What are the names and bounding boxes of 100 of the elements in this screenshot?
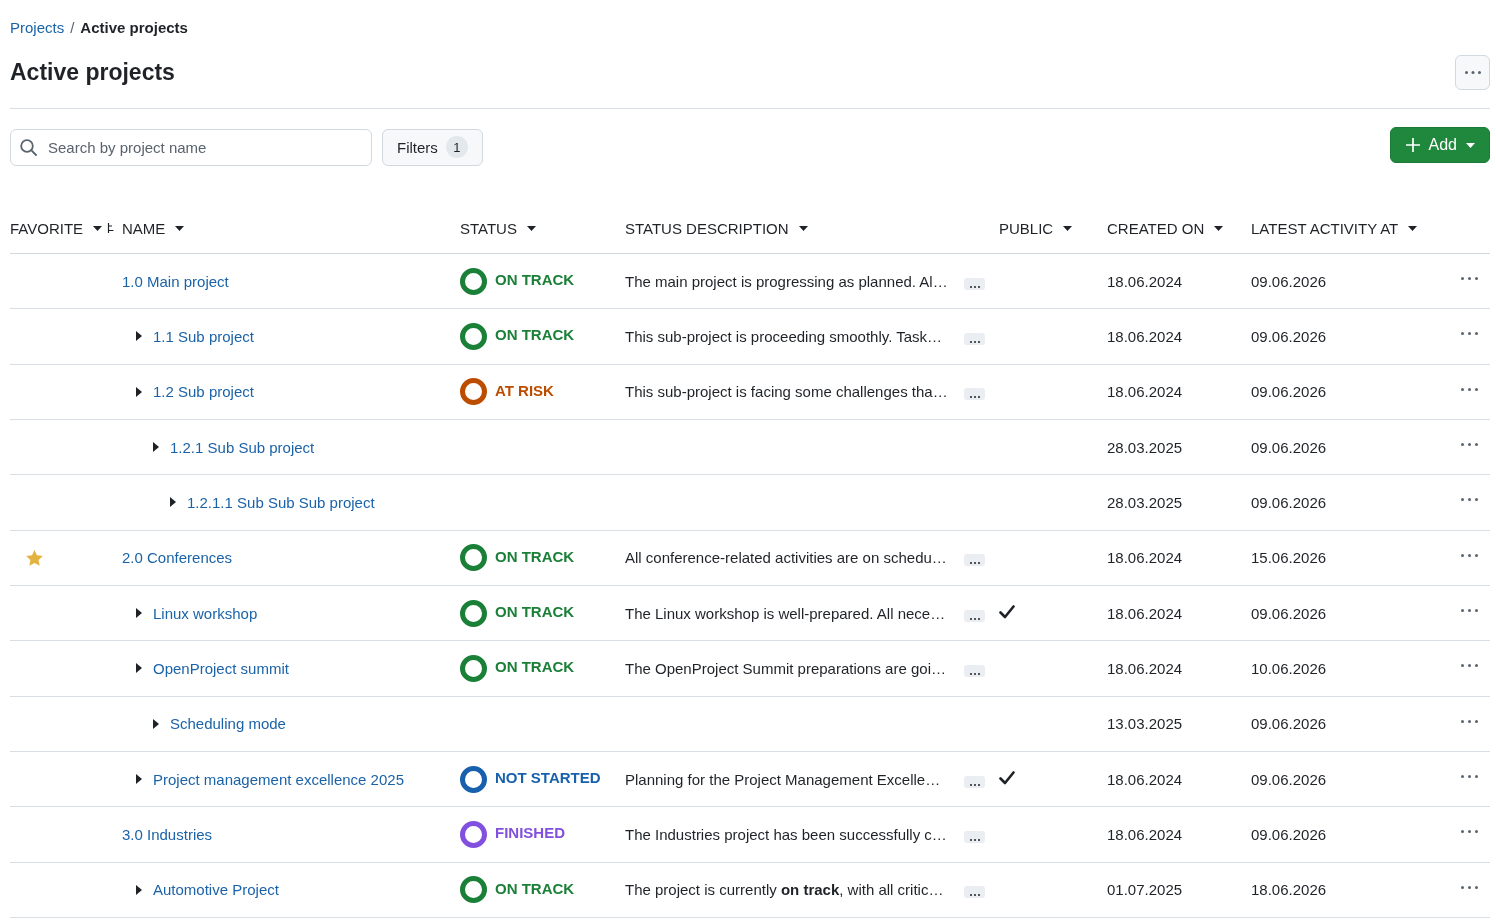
project-name-link[interactable]: OpenProject summit bbox=[153, 659, 289, 677]
add-button[interactable]: Add bbox=[1389, 127, 1490, 163]
column-header[interactable]: STATUS bbox=[460, 219, 536, 237]
caret-right-icon bbox=[136, 663, 142, 674]
created-date: 18.06.2024 bbox=[1107, 272, 1183, 290]
project-name-link[interactable]: 1.1 Sub project bbox=[153, 328, 254, 345]
latest-activity-date: 09.06.2026 bbox=[1251, 272, 1327, 290]
project-name-link[interactable]: Linux workshop bbox=[153, 604, 258, 622]
latest-activity-date: 09.06.2026 bbox=[1251, 604, 1327, 622]
project-name-link[interactable]: 2.0 Conferences bbox=[122, 549, 233, 567]
caret-down-icon bbox=[1214, 225, 1224, 231]
created-date: 18.06.2024 bbox=[1107, 328, 1183, 345]
ellipsis-icon bbox=[969, 396, 980, 399]
caret-down-icon bbox=[1063, 225, 1073, 231]
created-date: 13.03.2025 bbox=[1107, 715, 1183, 733]
ellipsis-icon bbox=[1461, 498, 1478, 502]
column-header[interactable]: NAME bbox=[122, 219, 185, 237]
search-icon bbox=[20, 138, 37, 156]
project-name-link[interactable]: 3.0 Industries bbox=[122, 825, 213, 843]
project-name-link[interactable]: Scheduling mode bbox=[170, 715, 286, 733]
ellipsis-icon bbox=[969, 672, 980, 675]
caret-right-icon bbox=[170, 497, 176, 508]
expand-description-button[interactable] bbox=[964, 609, 985, 622]
expand-description-button[interactable] bbox=[964, 830, 985, 843]
column-header[interactable]: STATUS DESCRIPTION bbox=[625, 219, 808, 237]
status-description: All conference-related activities are on schedu… bbox=[625, 549, 947, 567]
created-date: 28.03.2025 bbox=[1107, 493, 1183, 511]
created-date: 18.06.2024 bbox=[1107, 604, 1183, 622]
ellipsis-icon bbox=[1461, 885, 1478, 889]
created-date: 01.07.2025 bbox=[1107, 881, 1183, 899]
status-label: ON TRACK bbox=[495, 658, 575, 676]
created-date: 28.03.2025 bbox=[1107, 438, 1183, 456]
column-header[interactable]: PUBLIC bbox=[999, 219, 1073, 237]
caret-down-icon bbox=[526, 225, 536, 231]
created-date: 18.06.2024 bbox=[1107, 659, 1183, 677]
caret-down-icon bbox=[93, 225, 103, 231]
caret-right-icon bbox=[136, 331, 142, 342]
status-label: ON TRACK bbox=[495, 271, 575, 289]
breadcrumb-link[interactable]: Projects bbox=[10, 18, 65, 36]
status-description: The main project is progressing as planned. Al… bbox=[625, 272, 948, 290]
project-name-link[interactable]: 1.2.1.1 Sub Sub Sub project bbox=[187, 493, 375, 511]
expand-description-button[interactable] bbox=[964, 388, 985, 401]
latest-activity-date: 09.06.2026 bbox=[1251, 383, 1327, 401]
status-description: The project is currently on track, with all critic… bbox=[625, 881, 944, 899]
filter-count: 1 bbox=[445, 136, 468, 158]
created-date: 18.06.2024 bbox=[1107, 770, 1183, 788]
expand-description-button[interactable] bbox=[964, 277, 985, 290]
ellipsis-icon bbox=[1461, 719, 1478, 723]
column-header[interactable]: FAVORITE bbox=[10, 219, 103, 237]
latest-activity-date: 10.06.2026 bbox=[1251, 659, 1327, 677]
status-label: ON TRACK bbox=[495, 879, 575, 897]
hierarchy-icon[interactable] bbox=[106, 222, 115, 234]
status-label: AT RISK bbox=[495, 381, 554, 399]
column-header[interactable]: LATEST ACTIVITY AT bbox=[1251, 219, 1418, 237]
created-date: 18.06.2024 bbox=[1107, 383, 1183, 401]
ellipsis-icon bbox=[1464, 70, 1481, 74]
expand-description-button[interactable] bbox=[964, 664, 985, 677]
latest-activity-date: 09.06.2026 bbox=[1251, 715, 1327, 733]
project-name-link[interactable]: 1.2.1 Sub Sub project bbox=[170, 438, 315, 456]
expand-description-button[interactable] bbox=[964, 333, 985, 345]
ellipsis-icon bbox=[1461, 664, 1478, 668]
status-description: The OpenProject Summit preparations are goi… bbox=[625, 659, 946, 677]
ellipsis-icon bbox=[1461, 387, 1478, 391]
latest-activity-date: 09.06.2026 bbox=[1251, 825, 1327, 843]
status-label: FINISHED bbox=[495, 824, 565, 842]
project-name-link[interactable]: 1.2 Sub project bbox=[153, 383, 254, 401]
breadcrumb-current: Active projects bbox=[80, 18, 188, 36]
caret-right-icon bbox=[153, 718, 159, 729]
caret-right-icon bbox=[136, 884, 142, 895]
expand-description-button[interactable] bbox=[964, 775, 985, 788]
status-description: The Industries project has been successfully c… bbox=[625, 825, 947, 843]
latest-activity-date: 09.06.2026 bbox=[1251, 328, 1327, 345]
caret-right-icon bbox=[153, 442, 159, 453]
page-title: Active projects bbox=[10, 58, 175, 86]
created-date: 18.06.2024 bbox=[1107, 549, 1183, 567]
project-name-link[interactable]: Automotive Project bbox=[153, 881, 279, 899]
caret-right-icon bbox=[136, 608, 142, 619]
caret-right-icon bbox=[136, 386, 142, 397]
ellipsis-icon bbox=[1461, 830, 1478, 834]
ellipsis-icon bbox=[969, 838, 980, 841]
star-icon[interactable] bbox=[26, 549, 43, 566]
created-date: 18.06.2024 bbox=[1107, 825, 1183, 843]
caret-down-icon bbox=[1466, 142, 1475, 148]
caret-down-icon bbox=[175, 225, 185, 231]
project-name-link[interactable]: 1.0 Main project bbox=[122, 272, 229, 290]
status-description: Planning for the Project Management Excelle… bbox=[625, 770, 941, 788]
project-name-link[interactable]: Project management excellence 2025 bbox=[153, 770, 404, 788]
ellipsis-icon bbox=[969, 562, 980, 565]
status-label: ON TRACK bbox=[495, 603, 575, 621]
column-header[interactable]: CREATED ON bbox=[1107, 219, 1224, 237]
ellipsis-icon bbox=[969, 285, 980, 288]
ellipsis-icon bbox=[1461, 553, 1478, 557]
expand-description-button[interactable] bbox=[964, 554, 985, 567]
ellipsis-icon bbox=[969, 617, 980, 620]
caret-down-icon bbox=[798, 225, 808, 231]
expand-description-button[interactable] bbox=[964, 886, 985, 899]
search-field[interactable]: Search by project name bbox=[10, 128, 372, 166]
filters-button[interactable]: Filters 1 bbox=[382, 128, 483, 166]
ellipsis-icon bbox=[969, 894, 980, 897]
ellipsis-icon bbox=[1461, 609, 1478, 613]
